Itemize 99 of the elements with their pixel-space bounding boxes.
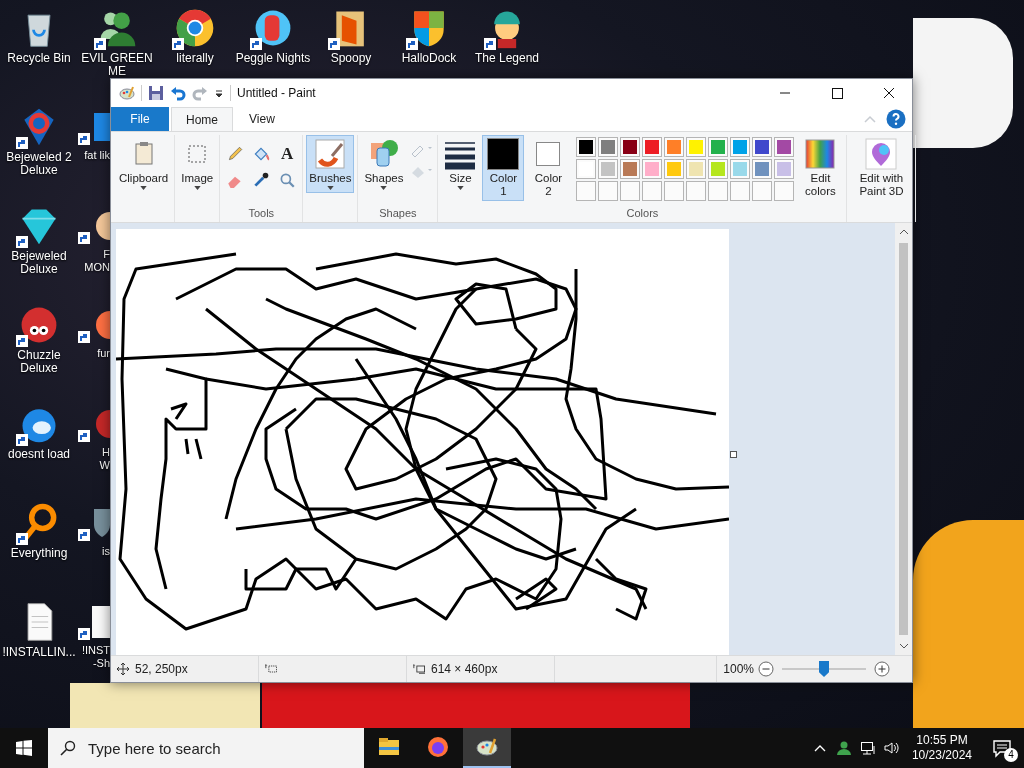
search-bar[interactable]: Type here to search	[48, 728, 364, 768]
shortcut-label: Bejeweled Deluxe	[10, 250, 68, 276]
shortcut-label: Spoopy	[329, 52, 373, 65]
collapse-ribbon-icon[interactable]	[864, 115, 876, 123]
browser-icon	[426, 735, 450, 759]
text-tool-button[interactable]: A	[275, 143, 300, 165]
clock[interactable]: 10:55 PM 10/23/2024	[903, 733, 980, 763]
message-icon	[992, 738, 1012, 758]
paint-taskbar-button[interactable]	[463, 728, 511, 768]
caret-icon	[193, 186, 201, 190]
brush-icon	[314, 138, 347, 170]
desktop-shortcut[interactable]: F MON	[78, 198, 110, 297]
desktop-shortcut[interactable]: EVIL GREEN ME	[78, 0, 156, 78]
paint-3d-icon	[865, 138, 898, 170]
desktop-shortcut[interactable]: Spoopy	[312, 0, 390, 78]
clock-date: 10/23/2024	[911, 748, 972, 763]
brushes-button[interactable]: Brushes	[306, 135, 355, 193]
caret-icon	[326, 186, 334, 190]
shortcut-label: Everything	[9, 547, 69, 560]
shortcut-label: fur	[97, 347, 110, 360]
scroll-down-icon[interactable]	[898, 643, 909, 649]
shapes-button[interactable]: Shapes	[361, 135, 407, 193]
person-icon[interactable]	[835, 740, 852, 756]
network-icon[interactable]	[859, 740, 876, 756]
desktop-shortcut[interactable]: Chuzzle Deluxe	[0, 297, 78, 396]
scroll-up-icon[interactable]	[898, 229, 909, 235]
selection-size-icon	[265, 663, 277, 675]
desktop-shortcut[interactable]: doesnt load	[0, 396, 78, 495]
shortcut-label: Bejeweled 2 Deluxe	[5, 151, 73, 177]
caret-icon	[140, 186, 148, 190]
shortcut-label: Chuzzle Deluxe	[16, 349, 62, 375]
desktop-shortcut[interactable]: Bejeweled 2 Deluxe	[0, 99, 78, 198]
canvas-size: 614 × 460px	[431, 662, 498, 676]
cursor-position: 52, 250px	[135, 662, 188, 676]
zoom-level: 100%	[723, 662, 754, 676]
shortcut-label: is	[102, 545, 110, 558]
scrollbar-thumb[interactable]	[899, 243, 908, 635]
shortcut-label: H W	[99, 446, 110, 472]
paint-app-icon[interactable]	[119, 85, 135, 101]
shortcut-label: Recycle Bin	[6, 52, 72, 65]
desktop-shortcut[interactable]: fat lik	[78, 99, 110, 198]
clock-time: 10:55 PM	[916, 733, 968, 748]
color-1-button[interactable]: Color 1	[482, 135, 525, 201]
desktop-shortcut[interactable]: is	[78, 495, 110, 594]
clipboard-button[interactable]: Clipboard	[116, 135, 172, 193]
resize-handle[interactable]	[730, 451, 737, 458]
desktop-shortcut[interactable]: Everything	[0, 495, 78, 594]
color-2-button[interactable]: Color 2	[527, 135, 570, 201]
search-field[interactable]: Type here to search	[86, 738, 340, 758]
desktop-shortcut[interactable]: HalloDock	[390, 0, 468, 78]
desktop-shortcut[interactable]: !INST -Sh	[78, 594, 110, 693]
zoom-in-button[interactable]	[874, 661, 890, 677]
desktop-shortcut[interactable]: The Legend	[468, 0, 546, 78]
size-button[interactable]: Size	[441, 135, 480, 201]
vertical-scrollbar[interactable]	[895, 223, 912, 655]
save-icon[interactable]	[148, 85, 164, 101]
window-title: Untitled - Paint	[237, 86, 316, 100]
group-label: Tools	[248, 207, 275, 221]
desktop-shortcut[interactable]: literally	[156, 0, 234, 78]
windows-logo-icon	[16, 740, 32, 756]
notifications-button[interactable]: 4	[980, 728, 1024, 768]
shortcut-label: EVIL GREEN ME	[80, 52, 154, 78]
zoom-slider[interactable]	[782, 661, 866, 677]
notification-count: 4	[1004, 748, 1018, 762]
shortcut-label: F MON	[84, 248, 110, 274]
desktop-shortcut[interactable]: Peggle Nights	[234, 0, 312, 78]
zoom-out-button[interactable]	[758, 661, 774, 677]
move-cursor-icon	[117, 663, 129, 675]
help-icon[interactable]	[886, 109, 906, 129]
edit-colors-button[interactable]: Edit colors	[797, 135, 844, 201]
shortcut-label: The Legend	[473, 52, 541, 65]
caret-icon	[380, 186, 388, 190]
customize-toolbar-icon[interactable]	[214, 88, 224, 98]
shortcut-label: fat lik	[84, 149, 110, 162]
group-label: Colors	[626, 207, 659, 221]
ribbon-tab[interactable]: File	[111, 107, 169, 131]
group-label: Shapes	[379, 207, 417, 221]
desktop-shortcut[interactable]: !INSTALLIN...	[0, 594, 78, 693]
undo-icon[interactable]	[170, 85, 186, 101]
shortcut-label: Peggle Nights	[235, 52, 311, 65]
search-icon	[60, 740, 76, 756]
zoom-slider-thumb[interactable]	[819, 661, 829, 677]
image-button[interactable]: Image	[178, 135, 217, 193]
redo-icon[interactable]	[192, 85, 208, 101]
desktop-shortcut[interactable]: Bejeweled Deluxe	[0, 198, 78, 297]
shortcut-label: HalloDock	[400, 52, 458, 65]
rainbow-icon	[804, 138, 837, 170]
caret-icon	[456, 186, 464, 190]
canvas-size-icon	[413, 663, 425, 675]
ribbon-tab[interactable]: Home	[171, 107, 233, 131]
volume-icon[interactable]	[883, 740, 900, 756]
edit-with-paint-3d-button[interactable]: Edit with Paint 3D	[850, 135, 913, 201]
desktop-shortcut[interactable]: fur	[78, 297, 110, 396]
desktop-shortcut[interactable]: H W	[78, 396, 110, 495]
shortcut-label: !INST -Sh	[81, 644, 110, 670]
desktop-shortcut[interactable]: Recycle Bin	[0, 0, 78, 99]
shortcut-label: doesnt load	[6, 448, 72, 461]
shortcut-label: !INSTALLIN...	[1, 646, 77, 659]
shortcut-label: literally	[175, 52, 215, 65]
